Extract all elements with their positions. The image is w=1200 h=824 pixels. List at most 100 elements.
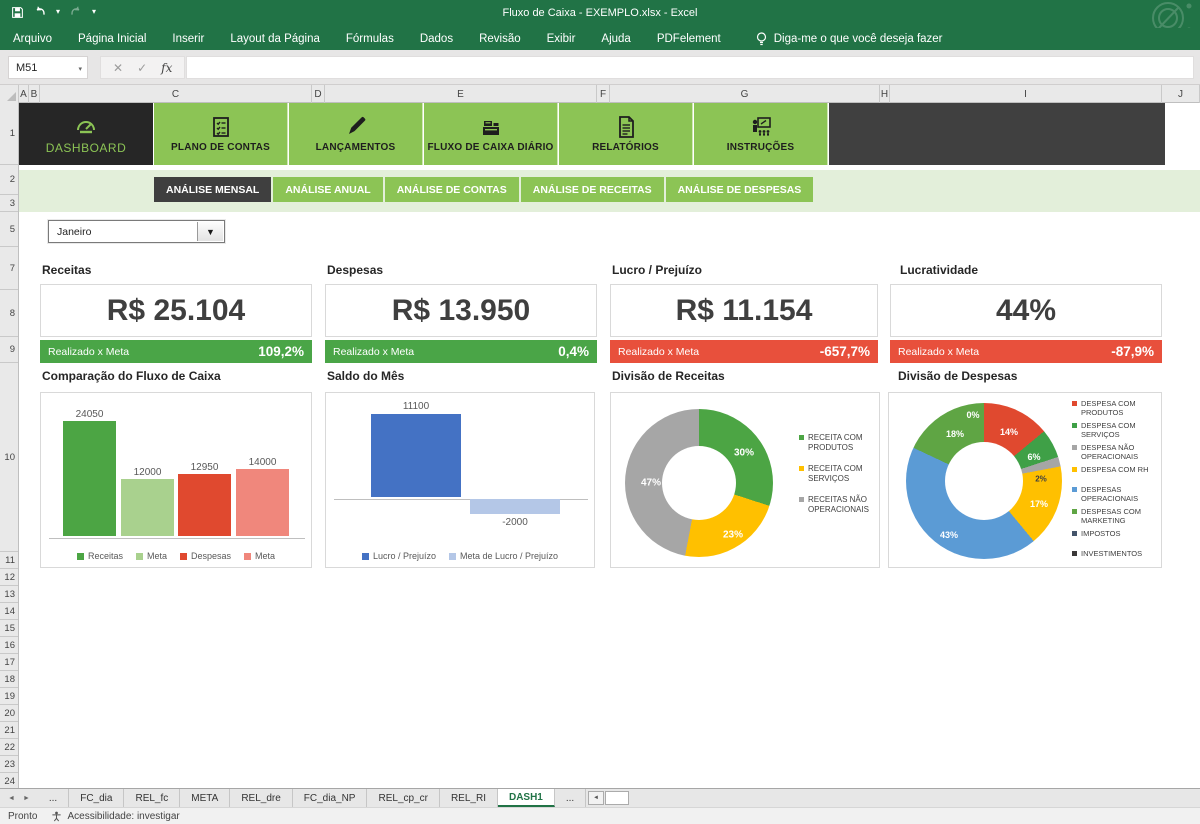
name-box[interactable]: M51 ▾ [8,56,88,79]
col-header-f[interactable]: F [597,85,610,103]
tab-analise-anual[interactable]: ANÁLISE ANUAL [273,177,382,202]
checklist-icon [209,115,233,139]
sheet-prev-icon[interactable]: ◄ [8,795,15,802]
row-header[interactable]: 22 [0,739,18,756]
column-headers: A B C D E F G H I J [0,85,1200,103]
legend-swatch [1072,551,1077,556]
dropdown-arrow-icon[interactable]: ▼ [197,222,223,241]
tab-analise-de-contas[interactable]: ANÁLISE DE CONTAS [385,177,519,202]
chart-title-fluxo: Comparação do Fluxo de Caixa [42,369,221,383]
sheet-tab-rel-dre[interactable]: REL_dre [230,789,292,807]
menu-revisao[interactable]: Revisão [466,28,534,50]
row-header[interactable]: 20 [0,705,18,722]
menu-layout-da-pagina[interactable]: Layout da Página [217,28,333,50]
nav-instrucoes-button[interactable]: INSTRUÇÕES [694,103,828,165]
nav-relatorios-button[interactable]: RELATÓRIOS [559,103,693,165]
menu-exibir[interactable]: Exibir [534,28,589,50]
row-header[interactable]: 5 [0,212,18,247]
row-header[interactable]: 8 [0,290,18,337]
nav-fluxo-de-caixa-diario-button[interactable]: FLUXO DE CAIXA DIÁRIO [424,103,558,165]
col-header-c[interactable]: C [40,85,312,103]
menu-dados[interactable]: Dados [407,28,466,50]
nav-plano-de-contas-button[interactable]: PLANO DE CONTAS [154,103,288,165]
row-header[interactable]: 12 [0,569,18,586]
sheet-tab-rel-ri[interactable]: REL_RI [440,789,498,807]
menu-arquivo[interactable]: Arquivo [0,28,65,50]
dashboard-navbar: DASHBOARD PLANO DE CONTAS LANÇAMENTOS FL… [19,103,1165,165]
col-header-a[interactable]: A [19,85,29,103]
col-header-d[interactable]: D [312,85,325,103]
tell-me-box[interactable]: Diga-me o que você deseja fazer [756,32,943,46]
formula-bar-row: M51 ▾ ✕ ✓ fx [0,50,1200,85]
row-header[interactable]: 23 [0,756,18,773]
sheet-next-icon[interactable]: ► [23,795,30,802]
chart-divisao-de-despesas[interactable]: 14% 6% 2% 17% 43% 18% 0% DESPESA COM PRO… [888,392,1162,568]
nav-lancamentos-button[interactable]: LANÇAMENTOS [289,103,423,165]
row-header[interactable]: 18 [0,671,18,688]
scrollbar-thumb[interactable] [605,791,629,805]
sheet-overflow-right[interactable]: ... [555,789,586,807]
row-header[interactable]: 11 [0,552,18,569]
month-dropdown[interactable]: Janeiro ▼ [48,220,225,243]
row-header[interactable]: 9 [0,337,18,363]
cash-register-icon [479,115,503,139]
navbar-filler [829,103,1165,165]
menu-pagina-inicial[interactable]: Página Inicial [65,28,159,50]
legend-swatch [244,553,251,560]
sheet-tab-meta[interactable]: META [180,789,230,807]
tab-analise-de-despesas[interactable]: ANÁLISE DE DESPESAS [666,177,814,202]
col-header-h[interactable]: H [880,85,890,103]
chart-divisao-de-receitas[interactable]: 30% 23% 47% RECEITA COM PRODUTOS RECEITA… [610,392,880,568]
tab-analise-mensal[interactable]: ANÁLISE MENSAL [154,177,271,202]
row-header[interactable]: 10 [0,363,18,552]
col-header-g[interactable]: G [610,85,880,103]
cancel-icon[interactable]: ✕ [113,61,123,75]
chart-legend: DESPESA COM PRODUTOS DESPESA COM SERVIÇO… [1072,399,1158,558]
sheet-tab-dash1[interactable]: DASH1 [498,789,555,807]
row-header[interactable]: 13 [0,586,18,603]
slice-label: 6% [1027,452,1040,462]
menu-inserir[interactable]: Inserir [159,28,217,50]
name-box-caret-icon[interactable]: ▾ [78,65,82,73]
chart-saldo-do-mes[interactable]: 11100 -2000 Lucro / Prejuízo Meta de Luc… [325,392,595,568]
row-header[interactable]: 21 [0,722,18,739]
col-header-b[interactable]: B [29,85,40,103]
bar-data-label: -2000 [470,517,560,528]
insert-function-icon[interactable]: fx [161,61,172,75]
sheet-tab-rel-cp-cr[interactable]: REL_cp_cr [367,789,439,807]
row-header[interactable]: 1 [0,103,18,165]
row-header[interactable]: 17 [0,654,18,671]
col-header-i[interactable]: I [890,85,1162,103]
row-header[interactable]: 15 [0,620,18,637]
row-header[interactable]: 19 [0,688,18,705]
accessibility-status[interactable]: Acessibilidade: investigar [51,811,179,822]
row-header[interactable]: 7 [0,247,18,290]
formula-input[interactable] [186,56,1194,79]
row-header[interactable]: 2 [0,165,18,195]
legend-swatch [1072,423,1077,428]
sheet-overflow-left[interactable]: ... [38,789,69,807]
row-header[interactable]: 16 [0,637,18,654]
sheet-tab-fc-dia[interactable]: FC_dia [69,789,124,807]
kpi-title-lucro: Lucro / Prejuízo [612,263,702,277]
menu-pdfelement[interactable]: PDFelement [644,28,734,50]
bar-data-label: 12000 [121,467,174,478]
tab-analise-de-receitas[interactable]: ANÁLISE DE RECEITAS [521,177,664,202]
nav-dashboard-button[interactable]: DASHBOARD [19,103,153,165]
col-header-j[interactable]: J [1162,85,1200,103]
row-header[interactable]: 14 [0,603,18,620]
horizontal-scrollbar[interactable]: ◄ [588,791,629,805]
row-header[interactable]: 24 [0,773,18,788]
select-all-corner[interactable] [0,85,19,103]
enter-icon[interactable]: ✓ [137,61,147,75]
kpi-meta-despesas: Realizado x Meta0,4% [325,340,597,363]
menu-ajuda[interactable]: Ajuda [588,28,643,50]
row-header[interactable]: 3 [0,195,18,212]
col-header-e[interactable]: E [325,85,597,103]
menu-formulas[interactable]: Fórmulas [333,28,407,50]
sheet-tab-rel-fc[interactable]: REL_fc [124,789,180,807]
chart-fluxo-de-caixa[interactable]: 24050 12000 12950 14000 Receitas Meta De… [40,392,312,568]
slice-label: 23% [723,530,743,541]
sheet-tab-fc-dia-np[interactable]: FC_dia_NP [293,789,368,807]
scroll-left-icon[interactable]: ◄ [588,791,604,805]
